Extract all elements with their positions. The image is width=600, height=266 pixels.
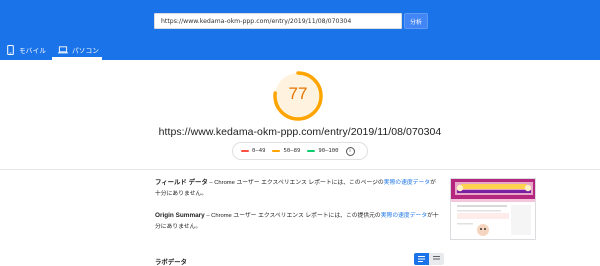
legend-label: 0–49 [252, 148, 266, 154]
page-screenshot-thumbnail [450, 178, 536, 240]
analyze-button[interactable]: 分析 [404, 13, 428, 29]
origin-summary-link[interactable]: 実際の速度データ [381, 213, 427, 219]
legend-item-pass: 90–100 [307, 148, 339, 154]
legend-bar-pass [307, 149, 316, 153]
tab-mobile[interactable]: モバイル [4, 40, 48, 60]
legend-bar-fail [241, 149, 249, 153]
analyze-button-label: 分析 [409, 18, 422, 26]
field-data-section: フィールド データ – Chrome ユーザー エクスペリエンス レポートには、… [155, 178, 440, 199]
legend-item-fail: 0–49 [241, 148, 265, 154]
page-url: https://www.kedama-okm-ppp.com/entry/201… [158, 126, 442, 138]
url-input[interactable] [154, 13, 402, 29]
score-legend: 0–49 50–89 90–100 i [232, 142, 368, 160]
origin-summary-text: – Chrome ユーザー エクスペリエンス レポートには、この提供元の [204, 213, 381, 219]
legend-label: 50–89 [283, 148, 301, 154]
field-data-title: フィールド データ [155, 179, 208, 186]
origin-summary-section: Origin Summary – Chrome ユーザー エクスペリエンス レポ… [155, 211, 440, 232]
origin-summary-title: Origin Summary [155, 212, 205, 219]
view-toggle [414, 253, 444, 265]
info-icon[interactable]: i [345, 146, 355, 156]
list-view-icon[interactable] [414, 253, 429, 265]
tab-desktop-label: パソコン [72, 47, 100, 55]
field-data-link[interactable]: 実際の速度データ [384, 180, 430, 186]
smartphone-icon [5, 45, 15, 55]
field-data-text: – Chrome ユーザー エクスペリエンス レポートには、このページの [207, 180, 384, 186]
laptop-icon [58, 45, 68, 55]
legend-label: 90–100 [318, 148, 339, 154]
grid-view-icon[interactable] [429, 253, 444, 265]
legend-item-average: 50–89 [272, 148, 300, 154]
legend-bar-average [272, 149, 281, 153]
section-divider [0, 169, 600, 170]
active-tab-indicator [52, 57, 102, 60]
score-value: 77 [288, 84, 308, 103]
tab-mobile-label: モバイル [19, 47, 47, 55]
lab-data-title: ラボデータ [155, 259, 187, 266]
